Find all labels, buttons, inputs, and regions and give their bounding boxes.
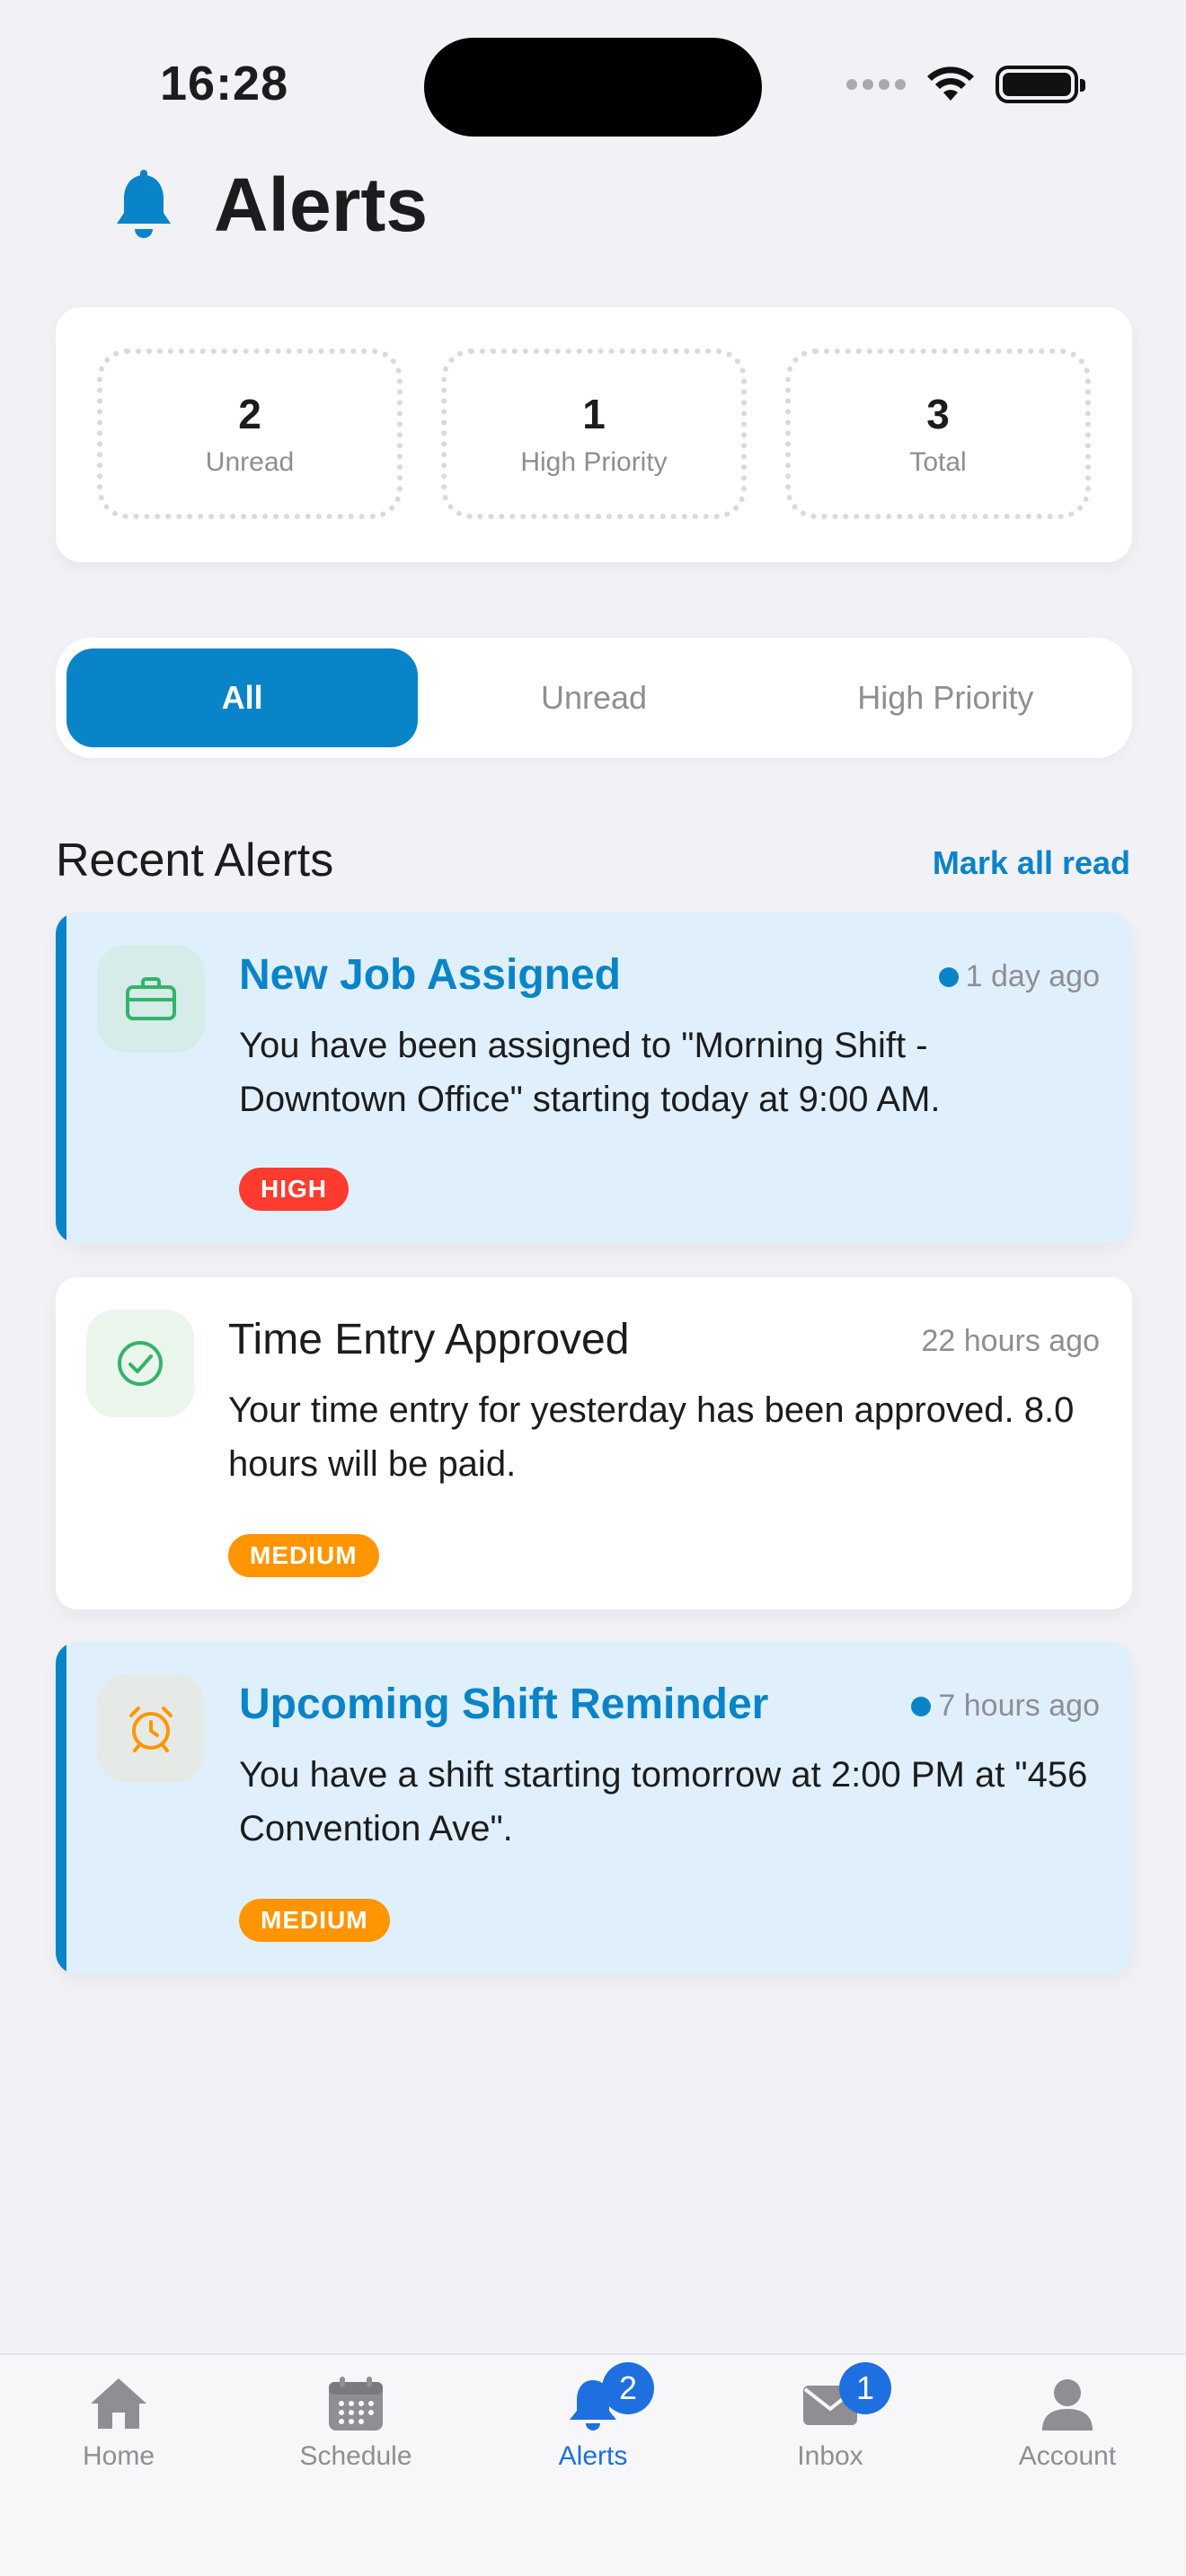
check-circle-icon [118,1341,163,1386]
tab-label: Schedule [299,2441,412,2471]
briefcase-icon [126,977,176,1020]
tab-label: Home [82,2441,155,2471]
bell-icon [117,169,171,238]
alert-title: Upcoming Shift Reminder [239,1681,769,1728]
tab-home[interactable]: Home [0,2355,237,2576]
stat-high-priority: 1 High Priority [441,348,747,519]
alert-title: New Job Assigned [239,951,621,999]
stat-value: 1 [582,391,606,437]
stat-label: Unread [205,447,295,477]
alert-time: 1 day ago [938,959,1100,994]
stat-label: Total [909,447,967,477]
alert-time-label: 22 hours ago [921,1324,1101,1358]
battery-icon [996,66,1085,103]
alert-card[interactable]: New Job Assigned 1 day ago You have been… [56,913,1132,1243]
filter-unread[interactable]: Unread [418,648,769,747]
dynamic-island [424,38,762,137]
alert-card[interactable]: Time Entry Approved 22 hours ago Your ti… [56,1277,1132,1610]
page-header: Alerts [111,162,428,249]
status-time: 16:28 [160,57,289,110]
tab-inbox[interactable]: 1 Inbox [712,2355,949,2576]
unread-dot [938,966,959,987]
priority-badge: HIGH [239,1168,349,1211]
tab-bar: Home Schedule 2 Alerts 1 Inbox Account [0,2353,1186,2576]
page-title: Alerts [214,163,429,247]
stat-unread: 2 Unread [97,348,403,519]
cellular-signal-icon [846,79,906,90]
stat-value: 3 [926,391,950,437]
filter-high-priority[interactable]: High Priority [770,648,1121,747]
tab-account[interactable]: Account [949,2355,1186,2576]
alert-time: 22 hours ago [922,1324,1101,1359]
alert-time-label: 1 day ago [965,959,1100,993]
alert-body: You have been assigned to "Morning Shift… [239,1026,941,1119]
alert-icon-container [97,1674,205,1782]
tab-alerts[interactable]: 2 Alerts [474,2355,712,2576]
alert-icon-container [97,945,205,1053]
stat-value: 2 [238,391,261,437]
stats-card: 2 Unread 1 High Priority 3 Total [56,307,1132,562]
status-icons [846,65,1085,104]
notification-badge: 2 [602,2362,654,2414]
alarm-clock-icon [129,1707,173,1752]
alert-icon-container [86,1310,194,1417]
filter-segmented-control: All Unread High Priority [56,638,1132,758]
alert-card[interactable]: Upcoming Shift Reminder 7 hours ago You … [56,1642,1132,1974]
section-title: Recent Alerts [56,834,334,887]
alert-body: You have a shift starting tomorrow at 2:… [239,1755,1088,1848]
alert-time-label: 7 hours ago [938,1689,1100,1723]
alert-body: Your time entry for yesterday has been a… [228,1390,1075,1484]
mark-all-read-button[interactable]: Mark all read [933,844,1130,882]
alerts-screen: 16:28 Alerts 2 Unread 1 High Priority 3 [0,0,1186,2576]
person-icon [1042,2379,1093,2430]
tab-label: Alerts [558,2441,628,2471]
stat-total: 3 Total [785,348,1091,519]
priority-badge: MEDIUM [239,1899,390,1942]
wifi-icon [927,66,974,101]
alert-time: 7 hours ago [911,1689,1100,1724]
home-icon [91,2378,146,2429]
notification-badge: 1 [839,2362,891,2414]
tab-label: Inbox [797,2441,863,2471]
tab-label: Account [1018,2441,1117,2471]
calendar-icon [329,2377,383,2430]
priority-badge: MEDIUM [228,1534,379,1577]
alert-title: Time Entry Approved [228,1316,630,1363]
tab-schedule[interactable]: Schedule [237,2355,474,2576]
stat-label: High Priority [520,447,668,477]
filter-all[interactable]: All [66,648,419,747]
unread-dot [911,1696,932,1716]
